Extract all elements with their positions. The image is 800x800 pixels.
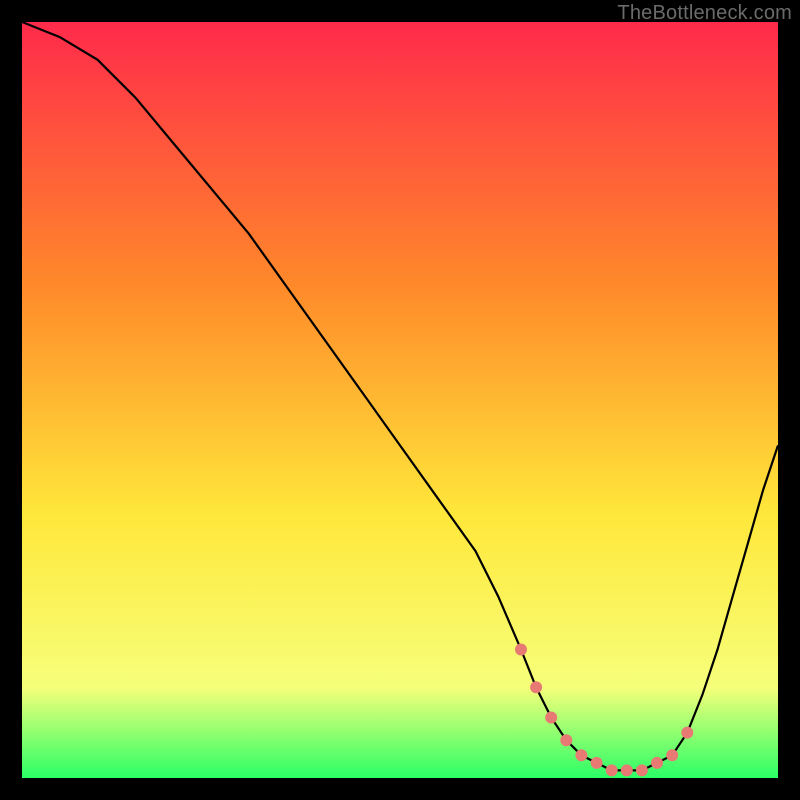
highlight-marker	[621, 765, 632, 776]
highlight-marker	[531, 682, 542, 693]
highlight-marker	[652, 757, 663, 768]
plot-area	[22, 22, 778, 778]
highlight-marker	[561, 735, 572, 746]
highlight-marker	[606, 765, 617, 776]
highlight-marker	[576, 750, 587, 761]
highlight-marker	[667, 750, 678, 761]
highlight-marker	[636, 765, 647, 776]
highlight-marker	[546, 712, 557, 723]
highlight-marker	[591, 757, 602, 768]
chart-frame: TheBottleneck.com	[0, 0, 800, 800]
gradient-background	[22, 22, 778, 778]
highlight-marker	[516, 644, 527, 655]
watermark-text: TheBottleneck.com	[617, 2, 792, 25]
highlight-marker	[682, 727, 693, 738]
chart-svg	[22, 22, 778, 778]
